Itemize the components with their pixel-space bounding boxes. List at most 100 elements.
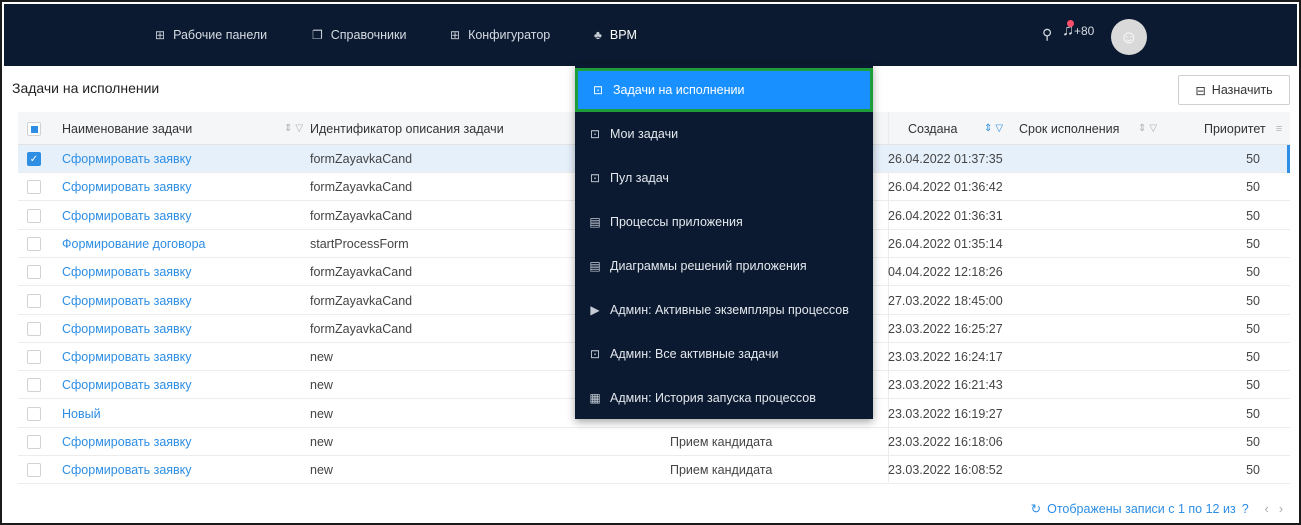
bpm-menu-item[interactable]: ▶ Админ: Активные экземпляры процессов [575, 288, 873, 332]
column-header-deadline[interactable]: Срок исполнения [1019, 112, 1119, 145]
task-created: 04.04.2022 12:18:26 [888, 265, 1003, 280]
column-settings-icon[interactable]: ≡ [1268, 112, 1290, 145]
bpm-menu-item[interactable]: ⊡ Пул задач [575, 156, 873, 200]
user-icon: ☺ [1119, 26, 1139, 47]
task-priority: 50 [1246, 435, 1260, 449]
bpm-menu-item[interactable]: ⊡ Админ: Все активные задачи [575, 332, 873, 376]
nav-configurator[interactable]: ⊞ Конфигуратор [450, 4, 550, 66]
row-checkbox[interactable] [27, 321, 41, 336]
task-priority: 50 [1246, 293, 1260, 308]
row-checkbox[interactable]: ✓ [27, 152, 41, 166]
column-header-descriptor[interactable]: Идентификатор описания задачи [310, 112, 504, 145]
play-square-icon: ▶ [590, 303, 600, 317]
document-icon: ▤ [589, 215, 601, 229]
task-priority: 50 [1246, 463, 1260, 478]
bell-icon: ♫ [1062, 20, 1074, 39]
task-descriptor: formZayavkaCand [310, 265, 413, 280]
column-header-priority[interactable]: Приоритет [1204, 112, 1266, 145]
task-priority: 50 [1246, 321, 1260, 336]
column-name-label: Наименование задачи [62, 121, 193, 136]
sort-filter-icon: ⇕▽ [984, 123, 1007, 134]
bpm-menu-item-label: Админ: Все активные задачи [610, 347, 779, 361]
task-process: Прием кандидата [670, 435, 773, 449]
table-row[interactable]: Сформировать заявку new Прием кандидата 23.… [18, 456, 1290, 485]
bpm-menu-item[interactable]: ⊡ Задачи на исполнении [575, 68, 873, 112]
column-header-created[interactable]: Создана [908, 112, 957, 145]
notifications-count: +80 [1074, 24, 1095, 38]
records-info: Отображены записи с 1 по 12 из [1047, 501, 1236, 516]
task-name-link[interactable]: Новый [62, 400, 101, 428]
task-icon: ⊡ [589, 127, 601, 141]
task-created: 27.03.2022 18:45:00 [888, 293, 1003, 308]
top-navigation-bar: ⊞ Рабочие панели ❐ Справочники ⊞ Конфигу… [4, 4, 1297, 66]
column-priority-label: Приоритет [1204, 121, 1266, 136]
task-name-link[interactable]: Сформировать заявку [62, 258, 192, 286]
task-priority: 50 [1246, 350, 1260, 365]
sort-filter-icon: ⇕▽ [1138, 123, 1161, 134]
task-priority: 50 [1246, 236, 1260, 251]
notification-dot [1067, 20, 1074, 27]
row-checkbox[interactable] [27, 463, 41, 478]
column-deadline-sort-filter[interactable]: ⇕▽ [1138, 112, 1160, 145]
row-checkbox[interactable] [27, 378, 41, 393]
column-deadline-label: Срок исполнения [1019, 121, 1120, 136]
task-descriptor: formZayavkaCand [310, 180, 413, 195]
row-checkbox[interactable] [27, 180, 41, 195]
nav-references[interactable]: ❐ Справочники [312, 4, 407, 66]
task-name-link[interactable]: Сформировать заявку [62, 428, 192, 456]
row-checkbox[interactable] [27, 435, 41, 449]
avatar[interactable]: ☺ [1111, 19, 1147, 55]
refresh-icon[interactable]: ↻ [1031, 501, 1041, 516]
task-name-link[interactable]: Сформировать заявку [62, 173, 192, 201]
row-checkbox[interactable] [27, 350, 41, 365]
column-created-sort-filter[interactable]: ⇕▽ [984, 112, 1006, 145]
task-name-link[interactable]: Сформировать заявку [62, 343, 192, 371]
task-name-link[interactable]: Сформировать заявку [62, 456, 192, 484]
column-header-name[interactable]: Наименование задачи [62, 112, 192, 145]
task-created: 23.03.2022 16:21:43 [888, 378, 1003, 393]
select-all-checkbox[interactable] [27, 122, 41, 136]
task-name-link[interactable]: Сформировать заявку [62, 202, 192, 230]
task-created: 26.04.2022 01:35:14 [888, 236, 1003, 251]
task-name-link[interactable]: Сформировать заявку [62, 371, 192, 399]
nav-bpm[interactable]: ♣ BPM [594, 4, 637, 66]
bpm-menu-item[interactable]: ▦ Админ: История запуска процессов [575, 376, 873, 420]
total-count-query[interactable]: ? [1242, 502, 1249, 516]
row-checkbox[interactable] [27, 406, 41, 421]
task-descriptor: new [310, 463, 333, 478]
task-priority: 50 [1246, 208, 1260, 223]
prev-page-icon[interactable]: ‹ [1265, 502, 1269, 516]
bpm-menu-item[interactable]: ⊡ Мои задачи [575, 112, 873, 156]
task-created: 23.03.2022 16:08:52 [888, 463, 1003, 478]
task-name-link[interactable]: Сформировать заявку [62, 145, 192, 173]
nav-bpm-label: BPM [609, 28, 637, 42]
task-name-link[interactable]: Формирование договора [62, 230, 206, 258]
notifications-button[interactable]: ♫ +80 [1062, 20, 1095, 40]
bpm-menu-item[interactable]: ▤ Процессы приложения [575, 200, 873, 244]
task-descriptor: formZayavkaCand [310, 293, 413, 308]
task-created: 26.04.2022 01:37:35 [888, 152, 1003, 166]
task-descriptor: startProcessForm [310, 236, 409, 251]
task-name-link[interactable]: Сформировать заявку [62, 315, 192, 343]
row-highlight-edge [1287, 145, 1290, 173]
task-priority: 50 [1246, 265, 1260, 280]
task-created: 23.03.2022 16:25:27 [888, 321, 1003, 336]
bpm-menu-item[interactable]: ▤ Диаграммы решений приложения [575, 244, 873, 288]
sort-filter-icon: ⇕▽ [284, 123, 307, 134]
row-checkbox[interactable] [27, 208, 41, 223]
task-descriptor: formZayavkaCand [310, 152, 413, 166]
table-row[interactable]: Сформировать заявку new Прием кандидата 23.… [18, 428, 1290, 456]
column-name-sort-filter[interactable]: ⇕▽ [284, 112, 306, 145]
row-checkbox[interactable] [27, 265, 41, 280]
row-checkbox[interactable] [27, 236, 41, 251]
row-checkbox[interactable] [27, 293, 41, 308]
task-priority: 50 [1246, 406, 1260, 421]
task-name-link[interactable]: Сформировать заявку [62, 287, 192, 315]
search-icon[interactable]: ⚲ [1042, 26, 1052, 43]
next-page-icon[interactable]: › [1279, 502, 1283, 516]
nav-dashboards[interactable]: ⊞ Рабочие панели [155, 4, 267, 66]
assign-button[interactable]: ⊟ Назначить [1178, 75, 1290, 105]
task-descriptor: new [310, 350, 333, 365]
document-icon: ▤ [589, 259, 601, 273]
task-created: 26.04.2022 01:36:31 [888, 208, 1003, 223]
